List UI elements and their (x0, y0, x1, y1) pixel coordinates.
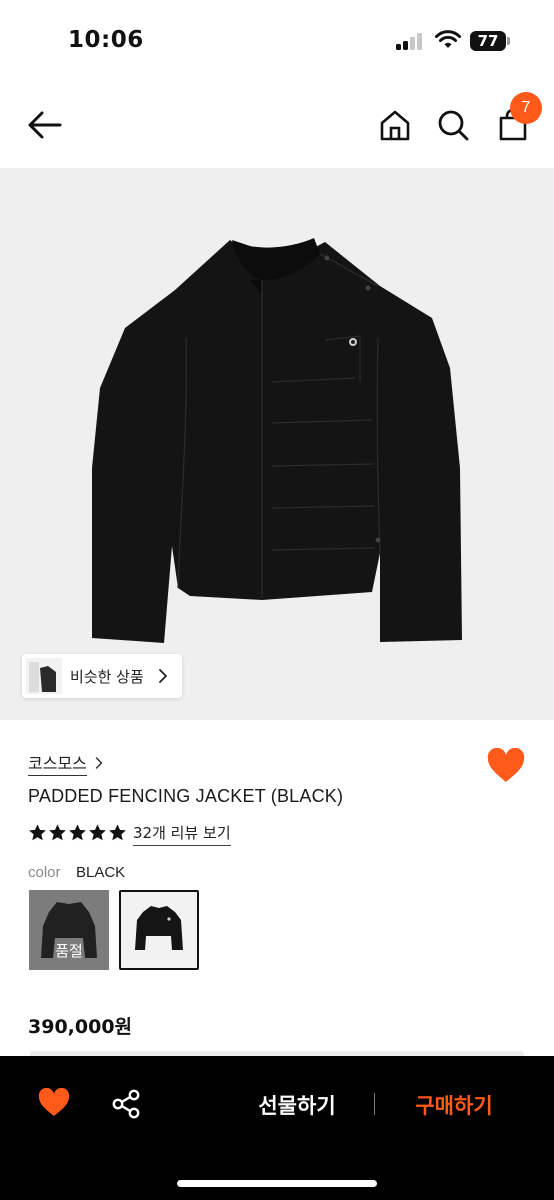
similar-thumbnail (26, 658, 62, 694)
wishlist-heart-icon[interactable] (486, 748, 526, 784)
wifi-icon (435, 30, 461, 48)
star-icon (69, 824, 86, 841)
status-time: 10:06 (68, 27, 144, 53)
top-nav (0, 80, 554, 168)
color-label: color (28, 864, 61, 881)
bottom-action-bar: 선물하기 구매하기 (0, 1056, 554, 1200)
similar-products-label: 비슷한 상품 (70, 668, 144, 686)
color-value: BLACK (76, 864, 126, 881)
brand-name: 코스모스 (28, 750, 87, 776)
cellular-signal-icon (396, 32, 426, 50)
chevron-right-icon (159, 669, 167, 683)
back-arrow-icon[interactable] (24, 108, 64, 142)
star-icon (29, 824, 46, 841)
product-image[interactable]: 비슷한 상품 (0, 168, 554, 720)
gift-button[interactable]: 선물하기 (232, 1090, 362, 1120)
cart-count-badge: 7 (510, 92, 542, 124)
home-indicator[interactable] (177, 1180, 377, 1187)
product-title: PADDED FENCING JACKET (BLACK) (28, 786, 344, 806)
color-swatch-soldout[interactable]: 품절 (29, 890, 109, 970)
star-icon (109, 824, 126, 841)
color-swatch-selected[interactable] (119, 890, 199, 970)
battery-nub (507, 37, 510, 45)
chevron-right-icon (95, 757, 103, 769)
brand-link[interactable]: 코스모스 (28, 750, 103, 776)
price: 390,000원 (28, 1016, 133, 1038)
similar-products-button[interactable]: 비슷한 상품 (22, 654, 182, 698)
like-heart-icon[interactable] (38, 1088, 70, 1118)
home-icon[interactable] (378, 108, 412, 142)
button-divider (374, 1093, 375, 1115)
share-icon[interactable] (110, 1088, 142, 1120)
buy-button[interactable]: 구매하기 (392, 1090, 516, 1120)
status-bar: 10:06 77 (0, 0, 554, 80)
search-icon[interactable] (436, 108, 470, 142)
swatch-thumbnail (121, 892, 197, 968)
battery-icon: 77 (470, 31, 506, 51)
star-icon (89, 824, 106, 841)
review-link[interactable]: 32개 리뷰 보기 (133, 822, 231, 846)
jacket-photo (92, 238, 462, 643)
rating-stars (28, 823, 127, 842)
soldout-label: 품절 (55, 942, 83, 960)
star-icon (49, 824, 66, 841)
